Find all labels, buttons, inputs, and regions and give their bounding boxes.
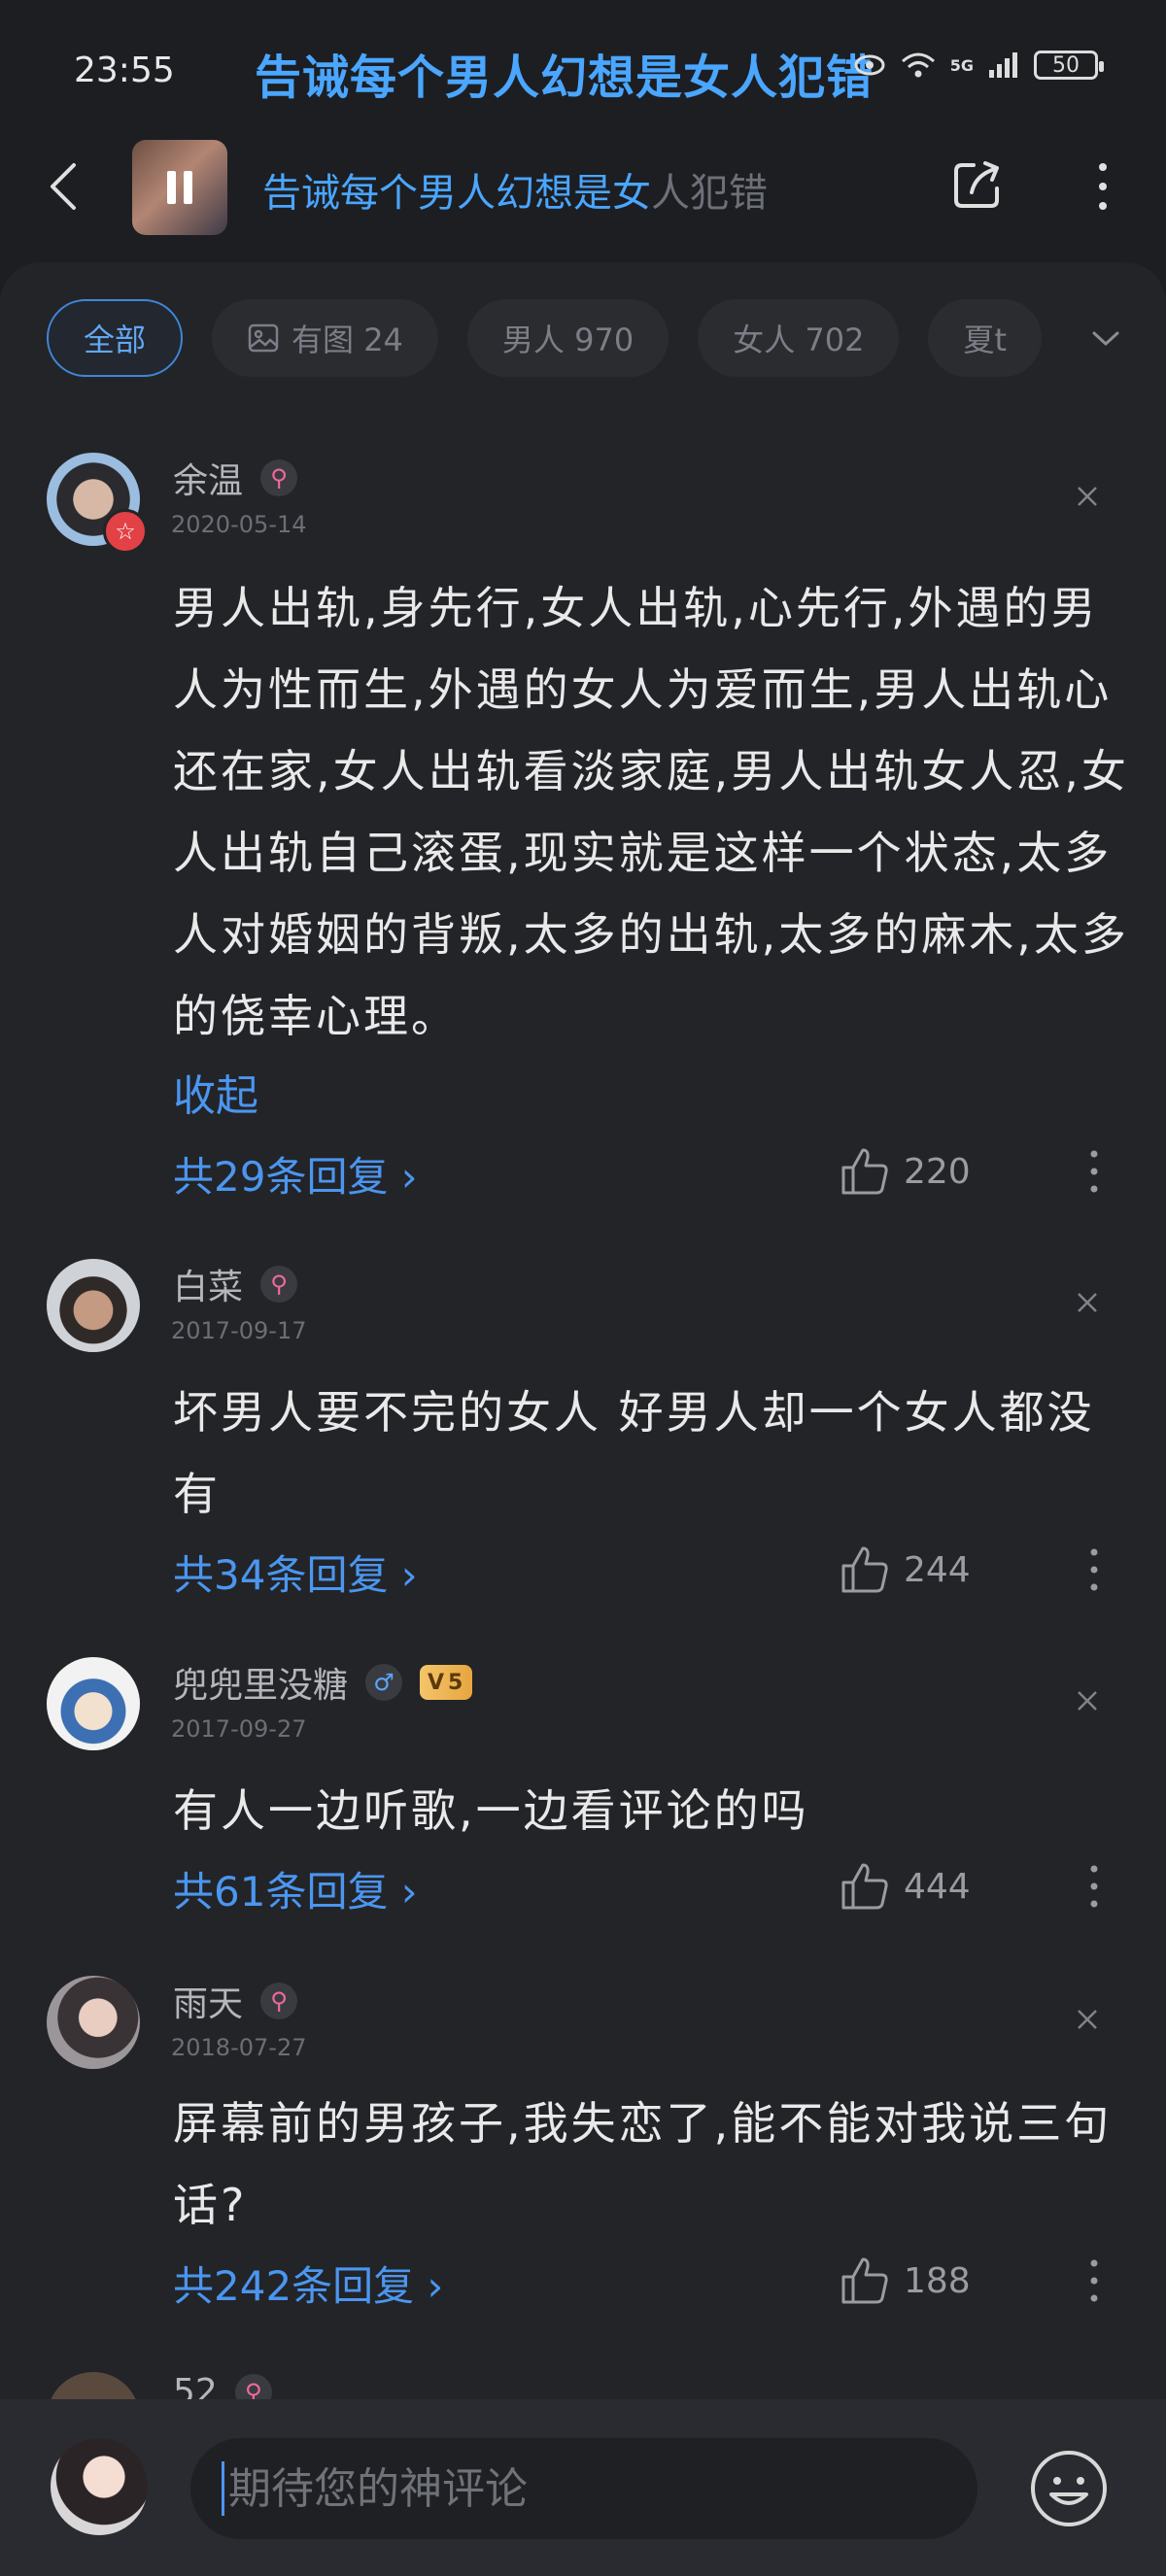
song-title-main: 告诫每个男人幻想是女	[262, 171, 651, 216]
comment-date: 2017-09-17	[171, 1317, 307, 1344]
vip-level: 5	[448, 1670, 463, 1695]
avatar-image	[47, 1976, 140, 2069]
song-title-fade: 人犯错	[651, 171, 768, 216]
username[interactable]: 余温 ⚲	[173, 453, 298, 503]
comment-text: 屏幕前的男孩子,我失恋了,能不能对我说三句话?	[173, 2097, 1113, 2231]
status-bar: 23:55 告诫每个男人幻想是女人犯错 5G 50	[0, 0, 1166, 126]
filter-chip-label: 女人 702	[733, 322, 865, 358]
more-menu-icon[interactable]	[1079, 157, 1127, 216]
comment-text: 男人出轨,身先行,女人出轨,心先行,外遇的男人为性而生,外遇的女人为爱而生,男人…	[173, 582, 1129, 1042]
filter-chip-images[interactable]: 有图 24	[212, 299, 438, 377]
female-icon: ⚲	[234, 2373, 272, 2399]
comment-composer	[0, 2399, 1166, 2576]
filter-chip-all[interactable]: 全部	[47, 299, 184, 377]
filter-chip-label: 全部	[84, 322, 147, 358]
avatar-image	[47, 1657, 140, 1750]
status-icons: 5G 50	[853, 51, 1104, 80]
status-time: 23:55	[74, 51, 175, 90]
more-options-icon[interactable]	[1077, 1142, 1112, 1201]
avatar[interactable]: ☆	[47, 453, 148, 554]
star-badge-icon: ☆	[103, 509, 148, 554]
filter-chips: 全部 有图 24 男人 970 女人 702 夏t	[47, 299, 1043, 379]
close-icon[interactable]	[1073, 2005, 1102, 2034]
close-icon[interactable]	[1073, 1686, 1102, 1715]
thumbs-up-icon[interactable]	[836, 1142, 894, 1201]
username[interactable]: 兜兜里没糖 ♂ V5	[173, 1657, 473, 1708]
emoji-icon[interactable]	[1028, 2448, 1110, 2529]
replies-link[interactable]: 共61条回复 ›	[173, 1859, 418, 1918]
username[interactable]: 雨天 ⚲	[173, 1976, 298, 2026]
comment-text: 有人一边听歌,一边看评论的吗	[173, 1784, 809, 1837]
comment-input[interactable]	[226, 2462, 949, 2515]
like-count: 220	[904, 1152, 971, 1192]
female-icon: ⚲	[260, 459, 298, 496]
chevron-down-icon[interactable]	[1086, 319, 1125, 357]
like-count: 188	[904, 2261, 971, 2301]
replies-link[interactable]: 共34条回复 ›	[173, 1542, 418, 1602]
comment-input-box[interactable]	[190, 2438, 977, 2539]
avatar[interactable]	[47, 2372, 140, 2399]
song-title: 告诫每个男人幻想是女人犯错	[262, 161, 768, 218]
female-icon: ⚲	[260, 1266, 298, 1303]
thumbs-up-icon[interactable]	[836, 2252, 894, 2310]
more-options-icon[interactable]	[1077, 1857, 1112, 1915]
username-text: 兜兜里没糖	[173, 1666, 349, 1706]
like-count: 444	[904, 1867, 971, 1907]
song-cover[interactable]	[132, 140, 227, 235]
close-icon[interactable]	[1073, 1288, 1102, 1317]
collapse-link[interactable]: 收起	[173, 1061, 258, 1123]
back-icon[interactable]	[37, 157, 95, 216]
battery-level: 50	[1052, 52, 1080, 78]
comment-date: 2017-09-27	[171, 1715, 307, 1743]
filter-chip-label: 有图 24	[292, 322, 403, 358]
comment-date: 2018-07-27	[171, 2034, 307, 2061]
vip-level-badge: V5	[420, 1665, 473, 1700]
wifi-icon	[901, 52, 935, 78]
pause-icon[interactable]	[165, 171, 194, 204]
avatar-image	[47, 1259, 140, 1352]
text-cursor	[222, 2461, 224, 2516]
replies-link[interactable]: 共29条回复 ›	[173, 1144, 418, 1203]
username-text: 余温	[173, 461, 244, 501]
filter-chip-women[interactable]: 女人 702	[698, 299, 900, 377]
username[interactable]: 白菜 ⚲	[173, 1259, 298, 1309]
more-options-icon[interactable]	[1077, 1541, 1112, 1599]
filter-chip-label: 夏t	[963, 322, 1008, 358]
avatar[interactable]	[47, 1259, 140, 1352]
comment-date: 2020-05-14	[171, 511, 307, 538]
female-icon: ⚲	[260, 1983, 298, 2019]
male-icon: ♂	[365, 1664, 403, 1701]
signal-icon	[989, 52, 1017, 78]
image-icon	[248, 323, 279, 353]
vip-icon: V	[428, 1670, 445, 1695]
filter-chip-men[interactable]: 男人 970	[466, 299, 669, 377]
thumbs-up-icon[interactable]	[836, 1541, 894, 1599]
username-text: 雨天	[173, 1984, 244, 2024]
eye-icon	[854, 54, 885, 76]
share-icon[interactable]	[948, 155, 1007, 214]
avatar-image	[47, 2372, 140, 2399]
close-icon[interactable]	[1073, 482, 1102, 511]
more-options-icon[interactable]	[1077, 2252, 1112, 2310]
username-text: 52	[173, 2372, 218, 2399]
username-text: 白菜	[173, 1268, 244, 1307]
battery-icon: 50	[1034, 51, 1104, 80]
filter-chip-summer[interactable]: 夏t	[928, 299, 1043, 377]
network-label: 5G	[949, 55, 974, 75]
filter-chip-label: 男人 970	[501, 322, 634, 358]
comment-text: 坏男人要不完的女人 好男人却一个女人都没有	[173, 1386, 1095, 1520]
header: 告诫每个男人幻想是女人犯错	[0, 136, 1166, 243]
thumbs-up-icon[interactable]	[836, 1857, 894, 1915]
username[interactable]: 52 ⚲	[173, 2372, 272, 2399]
comments-panel: 全部 有图 24 男人 970 女人 702 夏t ☆ 余温 ⚲ 2020-05…	[0, 262, 1166, 2399]
replies-link[interactable]: 共242条回复 ›	[173, 2254, 443, 2313]
avatar[interactable]	[47, 1657, 140, 1750]
my-avatar[interactable]	[51, 2438, 148, 2535]
like-count: 244	[904, 1550, 971, 1590]
now-playing-marquee: 告诫每个男人幻想是女人犯错	[255, 51, 874, 105]
avatar[interactable]	[47, 1976, 140, 2069]
